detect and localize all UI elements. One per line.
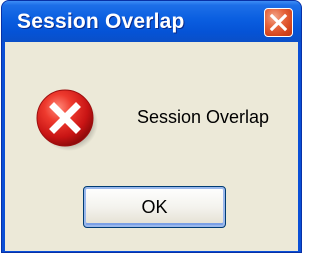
dialog-body: Session Overlap OK xyxy=(5,42,298,251)
error-message: Session Overlap xyxy=(137,107,270,127)
ok-button-label: OK xyxy=(141,196,168,217)
ok-button[interactable]: OK xyxy=(83,186,226,228)
title-bar[interactable]: Session Overlap xyxy=(2,1,301,42)
close-button[interactable] xyxy=(264,8,293,37)
error-icon xyxy=(36,89,98,151)
dialog-window: Session Overlap Session Overlap OK xyxy=(1,0,302,253)
close-icon xyxy=(269,13,288,32)
window-title: Session Overlap xyxy=(17,10,185,33)
